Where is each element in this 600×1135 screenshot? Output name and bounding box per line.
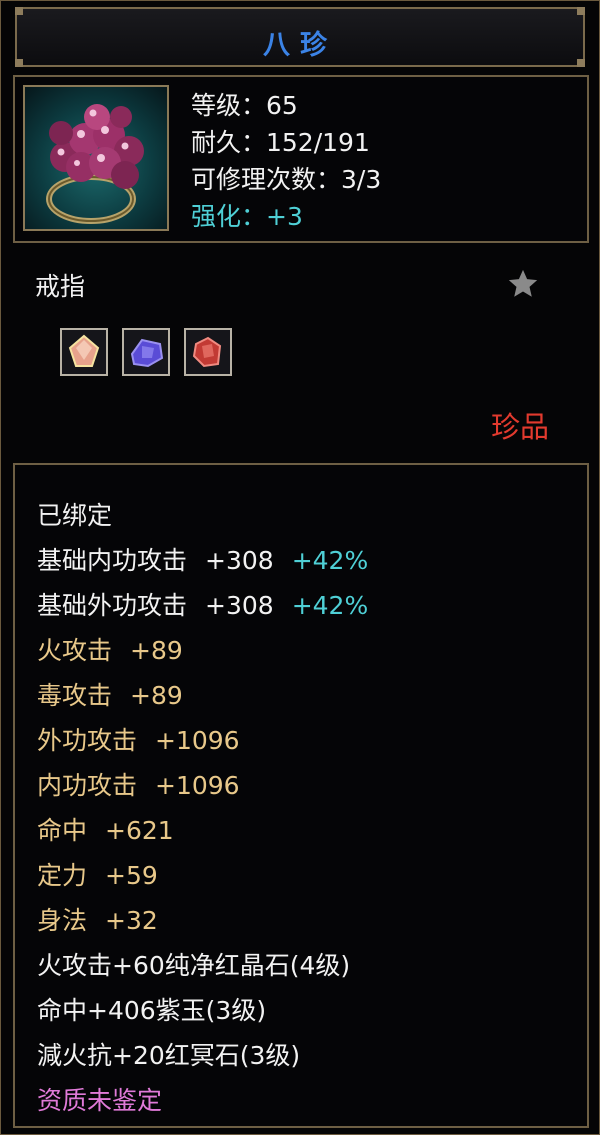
gem-slot-1[interactable]	[60, 328, 108, 376]
item-type: 戒指	[35, 272, 86, 301]
level-text: 等级：65	[191, 91, 298, 120]
title-bar: 八珍	[15, 7, 585, 67]
pink-gem-icon	[68, 334, 100, 367]
durability-text: 耐久：152/191	[191, 128, 370, 157]
rarity-label: 珍品	[491, 410, 550, 444]
ring-icon	[23, 85, 169, 231]
item-name: 八珍	[263, 30, 337, 61]
attribute-panel: 已绑定 基础内功攻击 +308 +42% 基础外功攻击 +308 +42% 火攻击 +89…	[13, 463, 589, 1128]
red-gem-icon	[192, 336, 222, 368]
gem-bonus-2: 命中+406紫玉(3级)	[37, 996, 267, 1025]
item-stats: 等级：65 耐久：152/191 可修理次数：3/3 强化：+3	[191, 87, 381, 235]
attr-inner: 内功攻击 +1096	[37, 771, 240, 800]
attr-poison: 毒攻击 +89	[37, 681, 183, 710]
purple-gem-icon	[130, 338, 164, 368]
bound-status: 已绑定	[37, 501, 113, 530]
gem-slot-3[interactable]	[184, 328, 232, 376]
gem-bonus-1: 火攻击+60纯净红晶石(4级)	[37, 951, 351, 980]
attr-focus: 定力 +59	[37, 861, 158, 890]
enhance-text: 强化：+3	[191, 202, 303, 231]
attr-fire: 火攻击 +89	[37, 636, 183, 665]
attr-agility: 身法 +32	[37, 906, 158, 935]
attr-outer: 外功攻击 +1096	[37, 726, 240, 755]
star-icon[interactable]	[506, 267, 540, 301]
item-tooltip: 八珍 等级：65 耐久：152/191 可修理次数：3/3 强化：+3 戒指 珍…	[0, 0, 600, 1135]
quality-status: 资质未鉴定	[37, 1086, 163, 1115]
gem-slot-2[interactable]	[122, 328, 170, 376]
attr-hit: 命中 +621	[37, 816, 174, 845]
attr-base-outer: 基础外功攻击 +308 +42%	[37, 591, 369, 620]
attr-base-inner: 基础内功攻击 +308 +42%	[37, 546, 369, 575]
gem-bonus-3: 減火抗+20红冥石(3级)	[37, 1041, 301, 1070]
repair-count-text: 可修理次数：3/3	[191, 165, 382, 194]
item-header: 等级：65 耐久：152/191 可修理次数：3/3 强化：+3	[13, 75, 589, 243]
